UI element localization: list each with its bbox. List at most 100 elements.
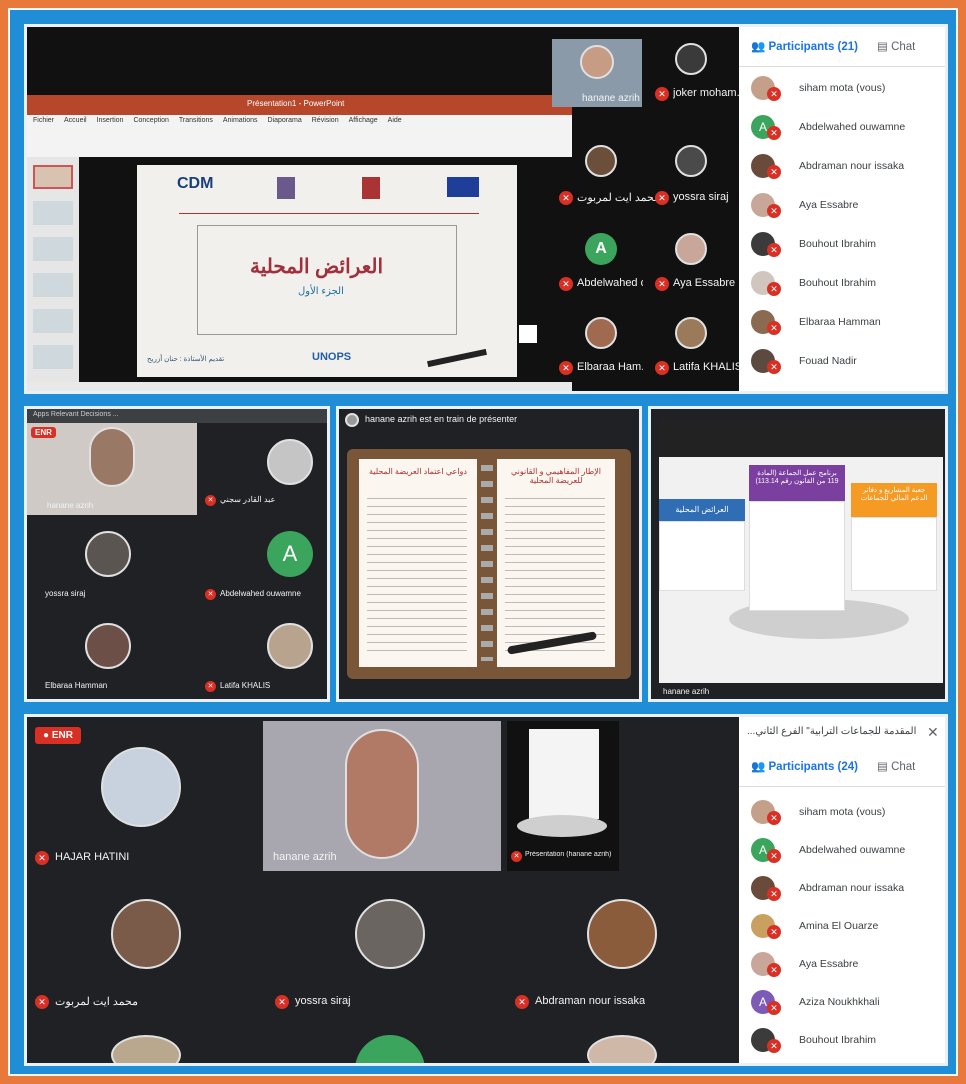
avatar: [355, 899, 425, 969]
notebook-page-right: الإطار المفاهيمي و القانوني للعريضة المح…: [497, 459, 615, 667]
presenting-text: hanane azrih est en train de présenter: [365, 414, 518, 424]
avatar: [587, 899, 657, 969]
ppt-tab[interactable]: Insertion: [97, 117, 124, 124]
participant-row[interactable]: ✕ Bouhout Ibrahim: [739, 266, 945, 300]
participant-row[interactable]: ✕ Fouad Nadir: [739, 344, 945, 378]
notebook-page-left: دواعي اعتماد العريضة المحلية: [359, 459, 477, 667]
middle-center-meet: hanane azrih est en train de présenter د…: [336, 406, 642, 702]
ppt-tab[interactable]: Fichier: [33, 117, 54, 124]
people-icon: 👥: [751, 761, 769, 773]
ppt-tab[interactable]: Affichage: [349, 117, 378, 124]
participant-row[interactable]: ✕ siham mota (vous): [739, 71, 945, 105]
avatar: [267, 623, 313, 669]
participant-row[interactable]: ✕ Aya Essabre: [739, 188, 945, 222]
participant-row[interactable]: ✕ Elbaraa Hamman: [739, 305, 945, 339]
mic-off-icon: ✕: [767, 126, 781, 140]
participant-row[interactable]: ✕ Amina El Ouarze: [739, 909, 945, 943]
tab-chat[interactable]: ▤ Chat: [877, 39, 915, 53]
participant-row[interactable]: ✕ Bouhout Ibrahim: [739, 227, 945, 261]
mic-off-icon: ✕: [559, 361, 573, 375]
avatar: [85, 531, 131, 577]
video-tile[interactable]: ENR hanane azrih: [27, 423, 197, 515]
tab-chat[interactable]: ▤ Chat: [877, 759, 915, 773]
mic-off-icon: ✕: [559, 277, 573, 291]
tile-name: Abdraman nour issaka: [535, 995, 646, 1007]
people-icon: 👥: [751, 41, 769, 53]
participant-row[interactable]: A ✕ Abdelwahed ouwamne: [739, 833, 945, 867]
ppt-ribbon: Fichier Accueil Insertion Conception Transit…: [27, 115, 572, 157]
video-tile[interactable]: hanane azrih: [263, 721, 501, 871]
avatar: [585, 317, 617, 349]
participant-row[interactable]: A ✕ Aziza Noukhkhali: [739, 985, 945, 1019]
tile-name: yossra siraj: [673, 191, 729, 203]
avatar: [675, 317, 707, 349]
participant-name: Abdraman nour issaka: [799, 160, 905, 172]
ppt-tab[interactable]: Aide: [388, 117, 402, 124]
close-icon[interactable]: ✕: [927, 724, 939, 741]
mic-off-icon: ✕: [205, 495, 216, 506]
slide-title: العرائض المحلية: [250, 256, 384, 278]
mic-off-icon: ✕: [767, 165, 781, 179]
avatar: [675, 43, 707, 75]
ppt-tab[interactable]: Révision: [312, 117, 339, 124]
participant-row[interactable]: ✕ Abdraman nour issaka: [739, 149, 945, 183]
participant-row[interactable]: ✕ Aya Essabre: [739, 947, 945, 981]
avatar-initial: A: [267, 531, 313, 577]
tile-name: Abdelwahed o...: [577, 277, 643, 289]
tile-name: Latifa KHALIS: [220, 681, 271, 690]
video-tile[interactable]: hanane azrih: [552, 39, 642, 107]
avatar: [101, 747, 181, 827]
tab-participants[interactable]: 👥 Participants (24): [751, 759, 858, 773]
tile-name: عبد القادر سجني: [220, 495, 276, 504]
presentation-tile[interactable]: ✕ Présentation (hanane azrih): [507, 721, 619, 871]
ppt-tab[interactable]: Conception: [133, 117, 168, 124]
mic-off-icon: ✕: [205, 681, 216, 692]
participant-name: Aziza Noukhkhali: [799, 996, 880, 1008]
notebook-left-title: دواعي اعتماد العريضة المحلية: [369, 467, 467, 476]
participant-name: siham mota (vous): [799, 806, 886, 818]
ppt-ribbon-tabs[interactable]: Fichier Accueil Insertion Conception Transit…: [33, 117, 412, 124]
participant-name: Aya Essabre: [799, 199, 859, 211]
tile-name: Latifa KHALIS: [673, 361, 743, 373]
tile-name: hanane azrih: [582, 93, 640, 104]
avatar-initial: A: [585, 233, 617, 265]
participant-name: Bouhout Ibrahim: [799, 1034, 877, 1046]
participant-name: Aya Essabre: [799, 958, 859, 970]
presenting-banner: hanane azrih est en train de présenter: [339, 409, 639, 431]
tile-name: joker moham...: [673, 87, 746, 99]
shared-slide: العرائض المحلية برنامج عمل الجماعة (الما…: [659, 419, 943, 683]
tile-name: Présentation (hanane azrih): [525, 851, 612, 858]
ppt-tab[interactable]: Accueil: [64, 117, 87, 124]
pen-icon: [427, 348, 487, 368]
avatar: [675, 233, 707, 265]
panel-tabs: 👥 Participants (24) ▤ Chat: [739, 747, 945, 787]
ppt-tab[interactable]: Animations: [223, 117, 258, 124]
recording-badge: ENR: [31, 427, 56, 438]
ppt-slide-thumbnails[interactable]: [27, 157, 79, 382]
mic-off-icon: ✕: [275, 995, 289, 1009]
collage-frame: Présentation1 - PowerPoint Fichier Accuei…: [8, 8, 958, 1076]
meeting-title: ...المحطة المقدمة للجماعات الترابية" الف…: [747, 726, 917, 737]
participants-panel: ...المحطة المقدمة للجماعات الترابية" الف…: [739, 717, 945, 1063]
mic-off-icon: ✕: [559, 191, 573, 205]
participant-name: siham mota (vous): [799, 82, 886, 94]
ppt-titlebar: Présentation1 - PowerPoint: [27, 95, 572, 115]
panel-tabs: 👥 Participants (21) ▤ Chat: [739, 27, 945, 67]
avatar: [675, 145, 707, 177]
participant-row[interactable]: ✕ siham mota (vous): [739, 795, 945, 829]
ppt-tab[interactable]: Diaporama: [268, 117, 302, 124]
ppt-tab[interactable]: Transitions: [179, 117, 213, 124]
mic-off-icon: ✕: [767, 360, 781, 374]
avatar: [267, 439, 313, 485]
tile-name: yossra siraj: [295, 995, 351, 1007]
participant-row[interactable]: A ✕ Abdelwahed ouwamne: [739, 110, 945, 144]
tab-participants[interactable]: 👥 Participants (21): [751, 39, 858, 53]
shared-screen: Présentation1 - PowerPoint Fichier Accuei…: [27, 27, 746, 391]
card-center-title: برنامج عمل الجماعة (المادة 119 من القانو…: [749, 465, 845, 501]
chat-icon: ▤: [877, 761, 892, 773]
slide-frame: العرائض المحلية الجزء الأول: [197, 225, 457, 335]
participant-row[interactable]: ✕ Bouhout Ibrahim: [739, 1023, 945, 1057]
fullscreen-icon[interactable]: [517, 323, 539, 345]
mic-off-icon: ✕: [35, 851, 49, 865]
participant-row[interactable]: ✕ Abdraman nour issaka: [739, 871, 945, 905]
